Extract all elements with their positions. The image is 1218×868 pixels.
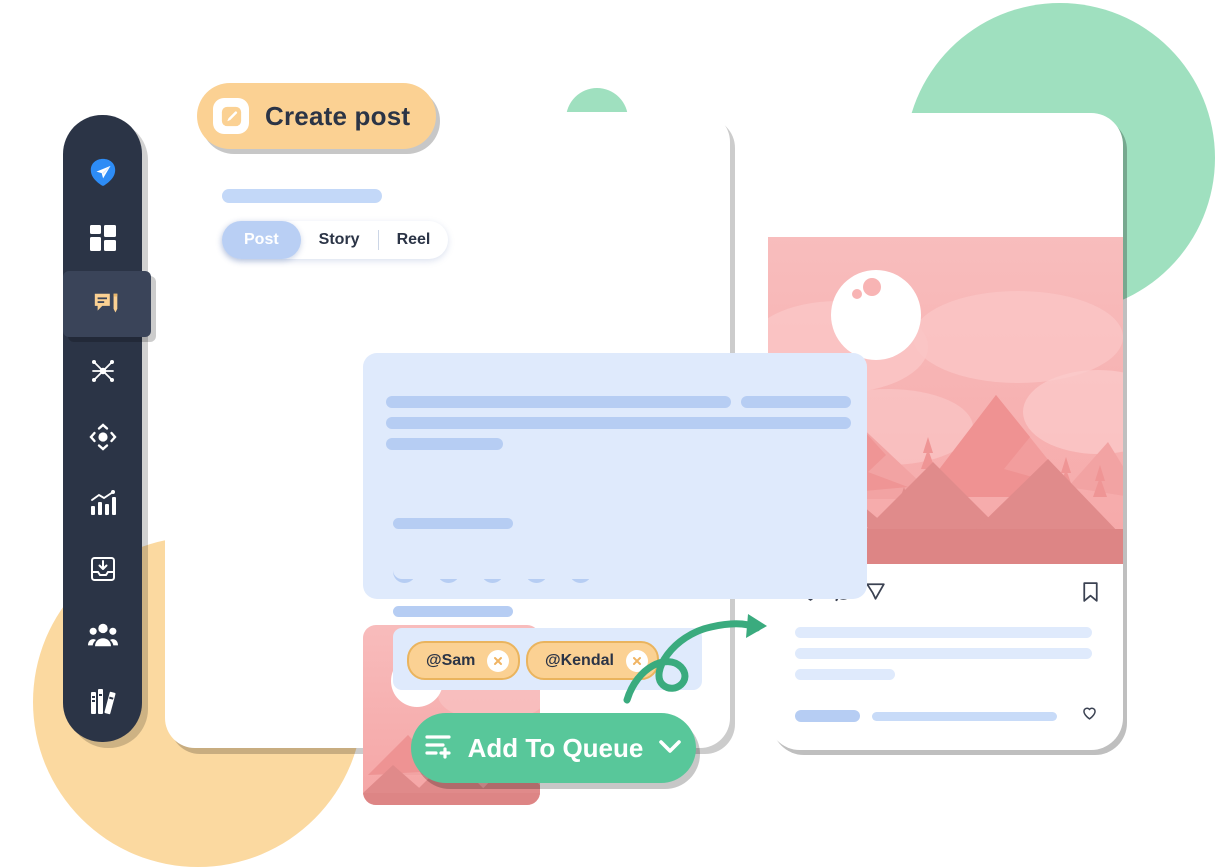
tag-label: @Kendal: [545, 651, 614, 669]
sidebar-item-create-post[interactable]: [63, 271, 151, 337]
editor-text-line-1a: [386, 396, 731, 408]
bookmark-icon[interactable]: [1078, 579, 1103, 609]
add-to-queue-label: Add To Queue: [467, 732, 644, 763]
sidebar-item-analytics[interactable]: [63, 470, 142, 536]
people-group-icon: [87, 623, 118, 647]
chat-pencil-icon: [94, 293, 118, 313]
heart-icon[interactable]: [1080, 703, 1099, 727]
add-to-queue-button[interactable]: Add To Queue: [411, 713, 696, 783]
curved-loop-arrow: [623, 614, 767, 704]
post-type-tabs: Post Story Reel: [222, 221, 449, 259]
books-library-icon: [90, 689, 116, 715]
inbox-download-icon: [90, 557, 115, 581]
tab-reel[interactable]: Reel: [379, 221, 449, 259]
editor-text-line-3: [386, 438, 503, 450]
sidebar-item-network[interactable]: [63, 338, 142, 404]
pencil-square-icon: [213, 98, 249, 134]
app-sidebar: [63, 115, 151, 742]
phone-comment-text-placeholder: [872, 712, 1057, 721]
sidebar-item-inbox[interactable]: [63, 536, 142, 602]
create-post-button[interactable]: Create post: [197, 83, 437, 149]
create-post-label: Create post: [265, 100, 411, 131]
sidebar-item-team[interactable]: [63, 602, 142, 668]
editor-text-line-2: [386, 417, 851, 429]
close-x-icon[interactable]: [487, 649, 510, 672]
add-to-queue-icon: [424, 732, 454, 765]
caption-field-label: [393, 518, 513, 529]
chevron-down-icon[interactable]: [657, 737, 683, 760]
bar-chart-trend-icon: [90, 490, 116, 515]
tag-label: @Sam: [426, 651, 476, 669]
diamond-nav-icon: [88, 423, 117, 451]
phone-caption-line-3: [795, 669, 895, 680]
editor-text-line-1b: [741, 396, 851, 408]
paper-plane-logo-icon: [90, 158, 115, 186]
sidebar-item-logo[interactable]: [63, 139, 142, 205]
illustration-canvas: @Sam @Kendal Post Story Reel Create post…: [0, 0, 1218, 868]
tags-field-label: [393, 606, 513, 617]
composer-title-placeholder: [222, 189, 382, 203]
tab-story[interactable]: Story: [301, 221, 378, 259]
sidebar-item-library[interactable]: [63, 668, 142, 734]
sidebar-item-dashboard[interactable]: [63, 205, 142, 271]
phone-comment-author-placeholder: [795, 710, 860, 722]
tag-chip[interactable]: @Sam: [407, 641, 521, 680]
network-hub-icon: [91, 360, 114, 382]
phone-caption-line-1: [795, 627, 1092, 638]
tab-post[interactable]: Post: [222, 221, 301, 259]
phone-caption-line-2: [795, 648, 1092, 659]
grid-dashboard-icon: [89, 225, 116, 251]
sidebar-item-navigate[interactable]: [63, 404, 142, 470]
caption-input-field[interactable]: [393, 540, 702, 579]
